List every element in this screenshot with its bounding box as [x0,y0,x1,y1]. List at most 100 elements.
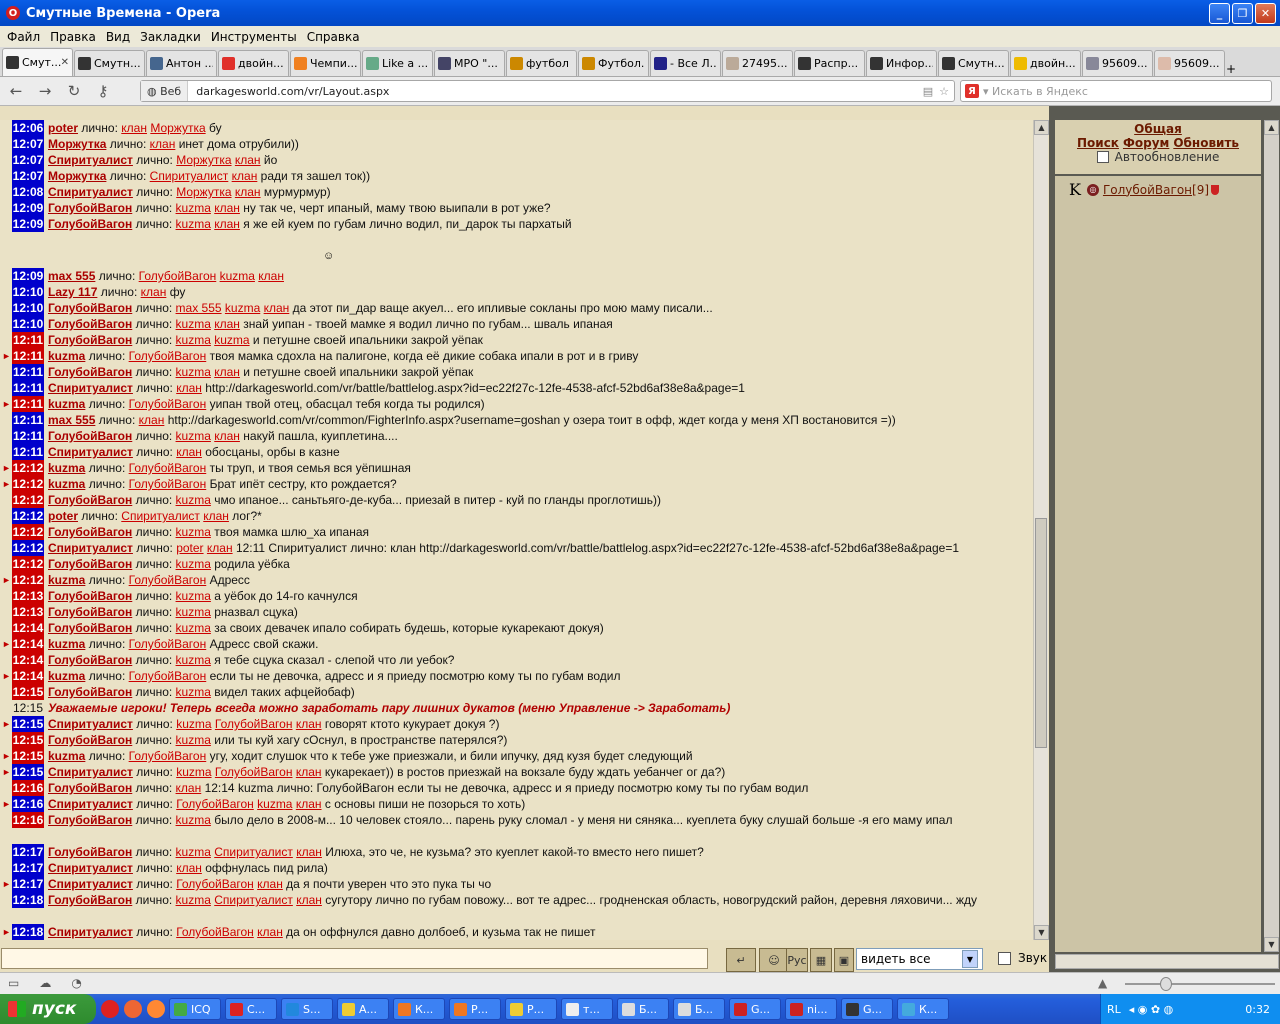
recipient-link[interactable]: клан [257,925,283,939]
yandex-icon[interactable]: Я [965,84,979,98]
browser-tab[interactable]: МРО "... [434,50,505,76]
message-time[interactable]: 12:16 [12,780,44,796]
autorefresh-checkbox[interactable] [1096,151,1109,163]
recipient-link[interactable]: kuzma [176,845,211,859]
recipient-link[interactable]: клан [214,201,240,215]
recipient-link[interactable]: клан [258,269,284,283]
taskbar-button[interactable]: К... [897,998,949,1020]
scroll-up-icon[interactable]: ▲ [1264,120,1279,135]
recipient-link[interactable]: kuzma [257,797,292,811]
sender-nick[interactable]: ГолубойВагон [48,893,132,907]
sender-nick[interactable]: Моржутка [48,169,106,183]
recipient-link[interactable]: клан [176,381,202,395]
message-time[interactable]: 12:11 [12,380,44,396]
panel-toggle-icon[interactable]: ▭ [8,976,19,990]
recipient-link[interactable]: kuzma [176,605,211,619]
browser-tab[interactable]: Смут... ✕ [2,48,73,76]
message-time[interactable]: 12:14 [12,652,44,668]
message-time[interactable]: 12:17 [12,876,44,892]
recipient-link[interactable]: kuzma [176,557,211,571]
firefox-quicklaunch-icon[interactable] [147,1000,165,1018]
address-bar[interactable]: ◍ Веб darkagesworld.com/vr/Layout.aspx ▤… [140,80,955,102]
menu-edit[interactable]: Правка [45,30,101,44]
tab-close-icon[interactable]: ✕ [61,57,69,68]
browser-tab[interactable]: Like a ... [362,50,433,76]
sender-nick[interactable]: ГолубойВагон [48,317,132,331]
send-enter-icon[interactable]: ↵ [726,948,756,972]
key-icon[interactable]: ⚷ [90,80,116,102]
sender-nick[interactable]: ГолубойВагон [48,525,132,539]
recipient-link[interactable]: клан [296,797,322,811]
message-time[interactable]: 12:16 [12,796,44,812]
sender-nick[interactable]: ГолубойВагон [48,653,132,667]
browser-tab[interactable]: Распр... [794,50,865,76]
recipient-link[interactable]: Моржутка [150,121,205,135]
recipient-link[interactable]: клан [176,781,202,795]
recipient-link[interactable]: клан [139,413,165,427]
sender-nick[interactable]: ГолубойВагон [48,557,132,571]
recipient-link[interactable]: клан [150,137,176,151]
shield-icon[interactable] [1211,184,1220,195]
sender-nick[interactable]: ГолубойВагон [48,733,132,747]
taskbar-button[interactable]: ni... [785,998,837,1020]
speed-dial-icon[interactable]: ◔ [71,976,81,990]
taskbar-button[interactable]: С... [225,998,277,1020]
sender-nick[interactable]: ГолубойВагон [48,685,132,699]
message-time[interactable]: 12:11 [12,412,44,428]
sender-nick[interactable]: ГолубойВагон [48,621,132,635]
message-time[interactable]: 12:09 [12,200,44,216]
sender-nick[interactable]: Спиритуалист [48,381,133,395]
recipient-link[interactable]: kuzma [176,893,211,907]
room-title-link[interactable]: Общая [1055,120,1261,136]
maximize-button[interactable]: ❐ [1232,2,1253,24]
recipient-link[interactable]: kuzma [176,201,211,215]
user-list-item[interactable]: K ◎ ГолубойВагон [9] [1069,180,1261,199]
recipient-link[interactable]: клан [264,301,290,315]
recipient-link[interactable]: kuzma [176,333,211,347]
back-icon[interactable]: ← [3,80,29,102]
opera-quicklaunch-icon[interactable] [101,1000,119,1018]
recipient-link[interactable]: kuzma [176,493,211,507]
chat-scrollbar[interactable]: ▲ ▼ [1033,120,1049,940]
message-time[interactable]: 12:11 [12,348,44,364]
message-time[interactable]: 12:11 [12,428,44,444]
sender-nick[interactable]: kuzma [48,669,85,683]
sender-nick[interactable]: Спиритуалист [48,185,133,199]
recipient-link[interactable]: ГолубойВагон [129,749,207,763]
sender-nick[interactable]: ГолубойВагон [48,365,132,379]
recipient-link[interactable]: клан [296,717,322,731]
message-time[interactable]: 12:08 [12,184,44,200]
zoom-icon[interactable]: ▲ [1098,976,1107,990]
message-time[interactable]: 12:06 [12,120,44,136]
browser-tab[interactable]: 95609... [1154,50,1225,76]
trash-icon[interactable]: ▦ [810,948,832,972]
clear-icon[interactable]: ▣ [834,948,854,972]
browser-tab[interactable]: 27495... [722,50,793,76]
sender-nick[interactable]: Спиритуалист [48,153,133,167]
message-time[interactable]: 12:18 [12,892,44,908]
browser-tab[interactable]: двойн... [218,50,289,76]
minimize-button[interactable]: _ [1209,2,1230,24]
message-time[interactable]: 12:14 [12,636,44,652]
message-time[interactable]: 12:15 [12,716,44,732]
scroll-thumb[interactable] [1035,518,1047,748]
sender-nick[interactable]: max 555 [48,413,95,427]
reload-icon[interactable]: ↻ [61,80,87,102]
browser-tab[interactable]: Инфор... [866,50,937,76]
recipient-link[interactable]: клан [235,185,261,199]
message-time[interactable]: 12:10 [12,316,44,332]
recipient-link[interactable]: клан [207,541,233,555]
menu-help[interactable]: Справка [302,30,365,44]
message-time[interactable]: 12:16 [12,812,44,828]
recipient-link[interactable]: ГолубойВагон [176,797,254,811]
recipient-link[interactable]: ГолубойВагон [129,477,207,491]
message-time[interactable]: 12:12 [12,572,44,588]
recipient-link[interactable]: ГолубойВагон [215,717,293,731]
message-time[interactable]: 12:15 [12,684,44,700]
recipient-link[interactable]: ГолубойВагон [129,637,207,651]
browser-tab[interactable]: Смутн... [74,50,145,76]
sender-nick[interactable]: Lazy 117 [48,285,97,299]
browser-tab[interactable]: 95609... [1082,50,1153,76]
sender-nick[interactable]: kuzma [48,749,85,763]
scroll-up-icon[interactable]: ▲ [1034,120,1049,135]
